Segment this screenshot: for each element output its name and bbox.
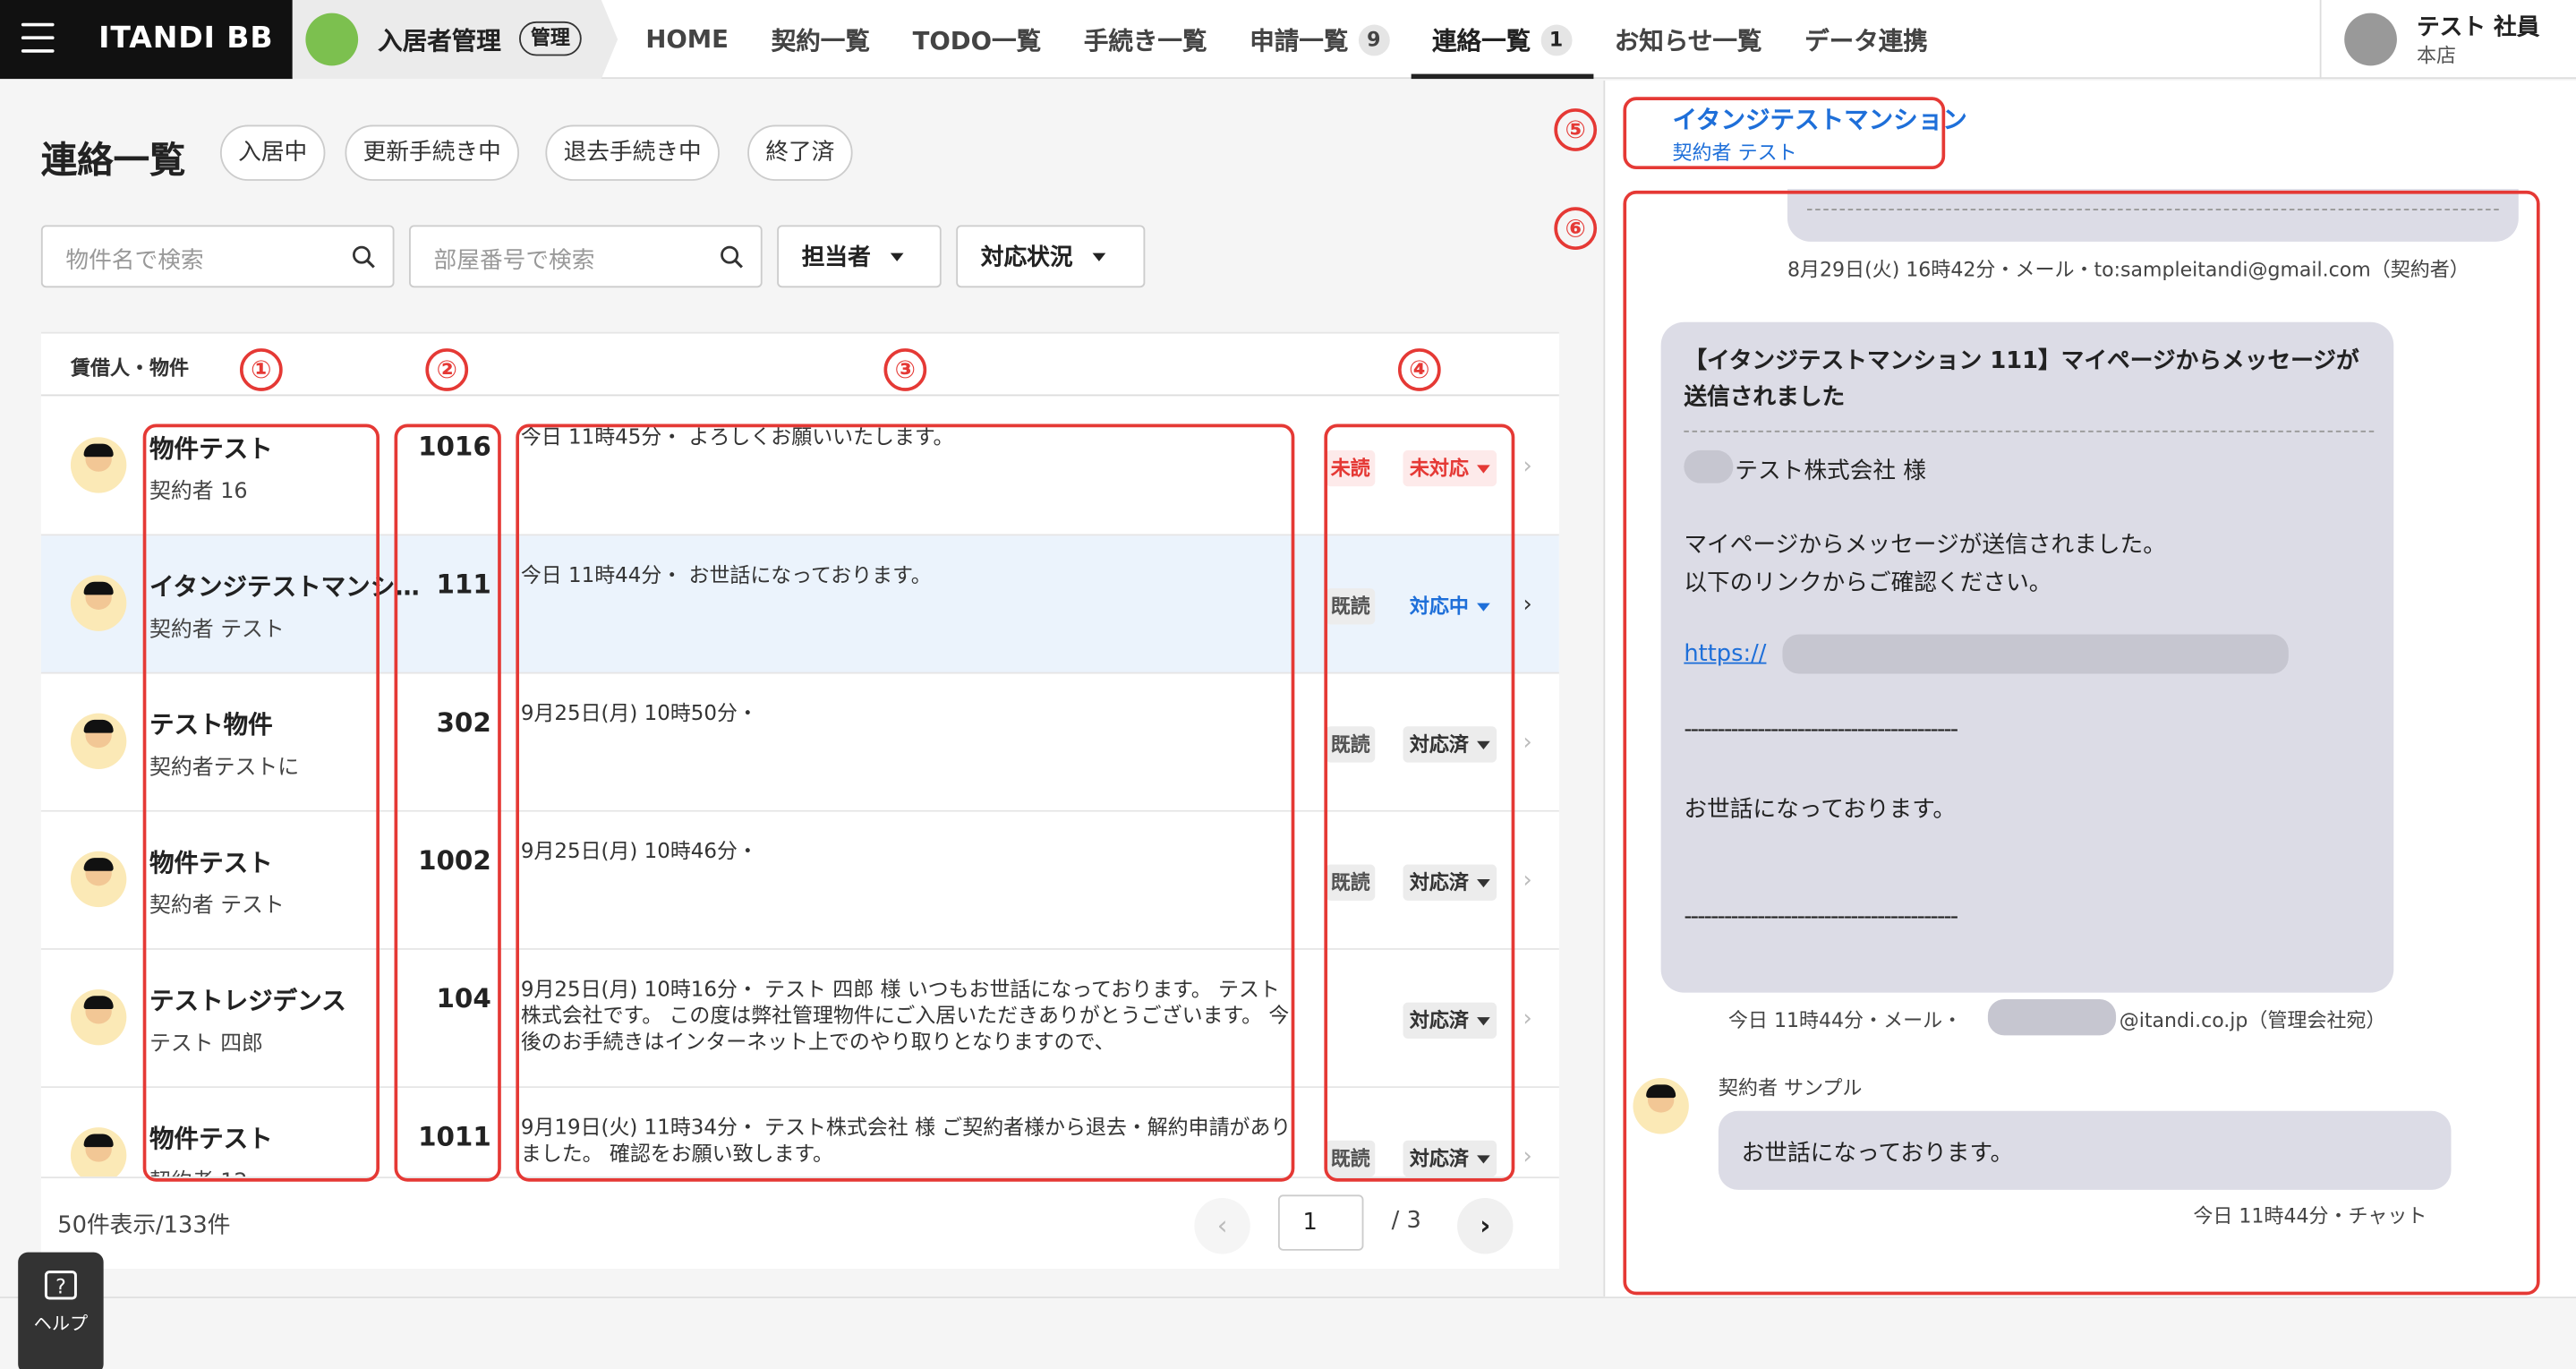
user-branch: 本店 (2416, 44, 2457, 68)
svg-text:?: ? (55, 1277, 66, 1299)
tenant-avatar-icon (70, 575, 127, 631)
help-button[interactable]: ? ヘルプ (18, 1252, 104, 1369)
result-count: 50件表示/133件 (57, 1212, 231, 1239)
annotation-box-6 (1623, 190, 2540, 1296)
filter-chip-residing[interactable]: 入居中 (219, 124, 326, 181)
nav-home[interactable]: HOME (624, 0, 749, 79)
annotation-box-2 (394, 424, 501, 1182)
property-search-input[interactable]: 物件名で検索 (40, 225, 395, 288)
app-mascot-icon (305, 13, 359, 66)
user-menu[interactable]: テスト 社員 本店 (2319, 0, 2576, 80)
help-question-icon: ? (44, 1271, 77, 1300)
main-nav: HOME 契約一覧 TODO一覧 手続き一覧 申請一覧 9 連絡一覧 1 お知らせ一… (624, 0, 1949, 80)
chevron-right-icon: › (1523, 453, 1532, 480)
annotation-box-5 (1623, 97, 1946, 170)
module-name: 入居者管理 (378, 26, 501, 56)
help-label: ヘルプ (33, 1313, 89, 1335)
footer-area (0, 1296, 2576, 1369)
menu-area: ITANDI BB (0, 0, 293, 80)
annotation-marker-5: ⑤ (1554, 108, 1598, 151)
module-badge: 管理 (519, 21, 582, 56)
search-icon (721, 245, 743, 269)
annotation-marker-4: ④ (1397, 348, 1441, 391)
annotation-marker-3: ③ (883, 348, 927, 391)
annotation-box-3 (516, 424, 1295, 1182)
nav-procedures[interactable]: 手続き一覧 (1062, 0, 1228, 79)
user-name: テスト 社員 (2416, 14, 2540, 41)
page-title: 連絡一覧 (40, 141, 186, 183)
tenant-avatar-icon (70, 713, 127, 769)
nav-todo[interactable]: TODO一覧 (891, 0, 1062, 79)
room-search-input[interactable]: 部屋番号で検索 (409, 225, 763, 288)
annotation-box-1 (142, 424, 380, 1182)
search-icon (352, 245, 375, 269)
tenant-avatar-icon (70, 1127, 127, 1179)
brand-logo[interactable]: ITANDI BB (98, 21, 273, 56)
nav-data-link[interactable]: データ連携 (1783, 0, 1949, 79)
chevron-right-icon: › (1523, 868, 1532, 894)
chevron-right-icon: › (1523, 591, 1532, 619)
annotation-marker-2: ② (425, 348, 469, 391)
chevron-right-icon: › (1523, 729, 1532, 757)
nav-applications[interactable]: 申請一覧 9 (1228, 0, 1411, 79)
nav-contacts[interactable]: 連絡一覧 1 (1411, 0, 1593, 80)
status-dropdown[interactable]: 対応状況 (956, 225, 1146, 288)
annotation-box-4 (1324, 424, 1515, 1182)
applications-count-badge: 9 (1358, 23, 1390, 56)
filter-chip-ended[interactable]: 終了済 (747, 124, 853, 181)
annotation-marker-1: ① (239, 348, 283, 391)
chevron-right-icon: › (1523, 1005, 1532, 1032)
filter-chip-moveout[interactable]: 退去手続き中 (545, 124, 720, 181)
page-total: / 3 (1391, 1208, 1421, 1235)
caret-down-icon (890, 252, 904, 261)
tenant-avatar-icon (70, 437, 127, 493)
user-avatar-icon (2344, 13, 2397, 66)
filter-chip-renewal[interactable]: 更新手続き中 (345, 124, 520, 181)
tenant-avatar-icon (70, 988, 127, 1046)
pagination-bar: 50件表示/133件 ‹ 1 / 3 › (40, 1176, 1559, 1269)
hamburger-menu-icon[interactable] (21, 22, 55, 53)
chevron-right-icon: › (1523, 1143, 1532, 1170)
tenant-avatar-icon (70, 851, 127, 908)
caret-down-icon (1092, 252, 1106, 261)
nav-notices[interactable]: お知らせ一覧 (1593, 0, 1783, 79)
page-number-input[interactable]: 1 (1277, 1194, 1364, 1251)
app-switcher[interactable]: 入居者管理 管理 (292, 0, 618, 80)
owner-dropdown[interactable]: 担当者 (777, 225, 942, 288)
nav-contracts[interactable]: 契約一覧 (750, 0, 891, 79)
annotation-marker-6: ⑥ (1554, 207, 1598, 250)
prev-page-button[interactable]: ‹ (1194, 1198, 1250, 1254)
contacts-count-badge: 1 (1540, 23, 1573, 56)
next-page-button[interactable]: › (1457, 1198, 1514, 1254)
